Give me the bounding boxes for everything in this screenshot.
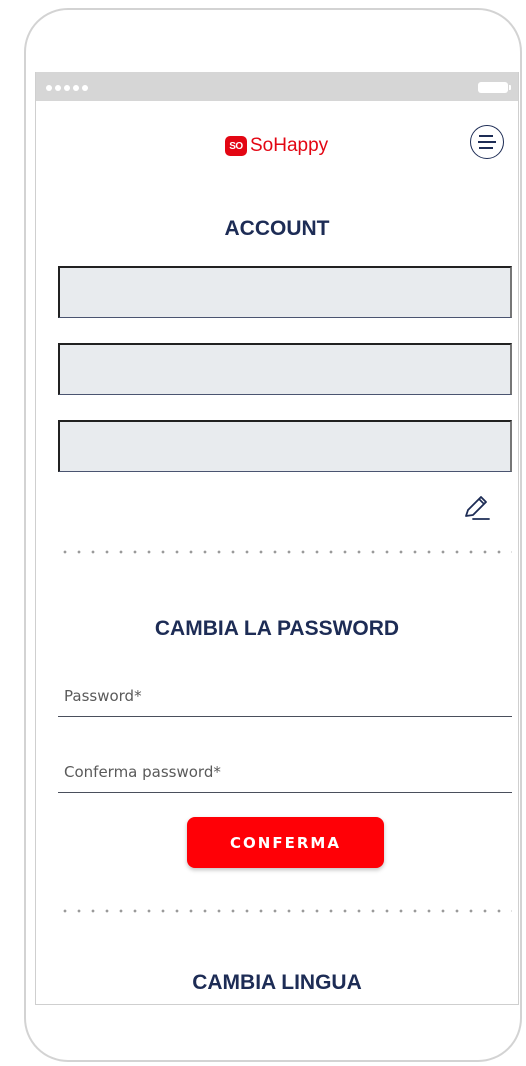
pencil-edit-icon[interactable] <box>462 494 492 524</box>
signal-dots-icon <box>46 85 88 91</box>
logo-badge: SO <box>225 136 247 156</box>
confirm-password-field[interactable] <box>58 751 512 793</box>
section-divider <box>58 909 512 913</box>
confirm-button[interactable]: CONFERMA <box>187 817 384 868</box>
change-language-title: CAMBIA LINGUA <box>192 971 362 994</box>
account-field-3[interactable] <box>58 420 512 472</box>
account-title: ACCOUNT <box>224 217 330 240</box>
change-password-title: CAMBIA LA PASSWORD <box>154 617 400 640</box>
phone-screen: SO SoHappy ACCOUNT CAMBIA LA PASSWORD CO… <box>35 72 519 1005</box>
account-field-1[interactable] <box>58 266 512 318</box>
section-divider <box>58 550 512 554</box>
status-bar <box>36 72 518 101</box>
app-logo[interactable]: SO SoHappy <box>225 133 328 159</box>
battery-icon <box>478 82 511 93</box>
password-field[interactable] <box>58 675 512 717</box>
account-field-2[interactable] <box>58 343 512 395</box>
logo-text: SoHappy <box>250 135 329 156</box>
hamburger-menu-icon[interactable] <box>470 125 504 159</box>
